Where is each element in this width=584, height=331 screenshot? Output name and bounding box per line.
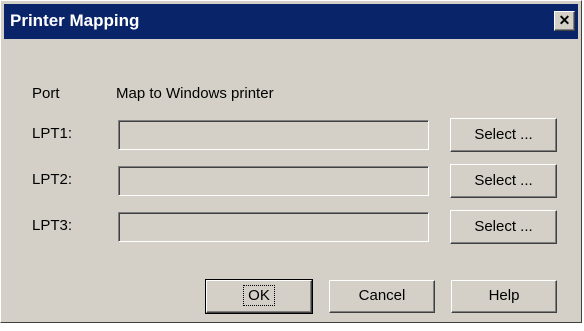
cancel-button-label: Cancel	[358, 287, 406, 304]
lpt1-label: LPT1:	[32, 125, 73, 142]
close-icon: ✕	[558, 12, 571, 28]
lpt3-select-label: Select ...	[474, 218, 533, 235]
lpt2-select-label: Select ...	[474, 172, 533, 189]
lpt1-printer-field[interactable]	[118, 120, 429, 150]
printer-mapping-dialog: Printer Mapping ✕ Port Map to Windows pr…	[0, 0, 582, 323]
port-column-header: Port	[32, 85, 60, 102]
lpt2-select-button[interactable]: Select ...	[450, 164, 557, 198]
ok-button-label: OK	[243, 285, 275, 306]
lpt3-select-button[interactable]: Select ...	[450, 210, 557, 244]
cancel-button[interactable]: Cancel	[329, 280, 435, 313]
help-button[interactable]: Help	[451, 280, 557, 313]
title-bar[interactable]: Printer Mapping ✕	[4, 4, 578, 39]
lpt2-label: LPT2:	[32, 171, 73, 188]
close-button[interactable]: ✕	[554, 11, 575, 31]
map-column-header: Map to Windows printer	[116, 85, 274, 102]
lpt1-select-label: Select ...	[474, 126, 533, 143]
help-button-label: Help	[488, 287, 520, 304]
ok-button[interactable]: OK	[205, 279, 313, 314]
lpt1-select-button[interactable]: Select ...	[450, 118, 557, 152]
lpt3-label: LPT3:	[32, 217, 73, 234]
window-title: Printer Mapping	[10, 11, 140, 30]
lpt3-printer-field[interactable]	[118, 212, 429, 242]
lpt2-printer-field[interactable]	[118, 166, 429, 196]
